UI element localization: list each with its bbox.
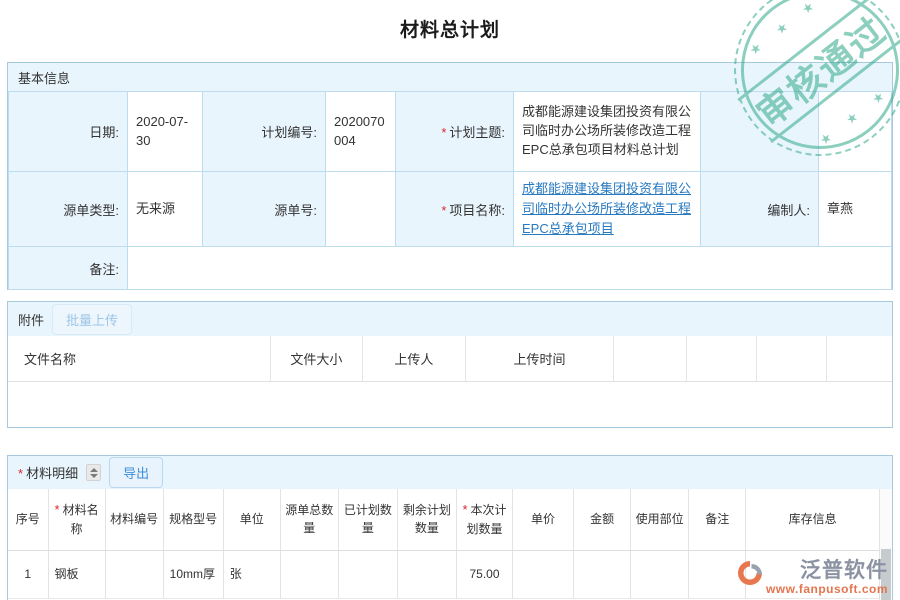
cell-usage-part [631, 550, 689, 598]
col-unit: 单位 [223, 489, 280, 550]
basic-info-row-1: 日期: 2020-07-30 计划编号: 2020070004 *计划主题: 成… [9, 92, 892, 172]
plan-no-value: 2020070004 [326, 92, 396, 172]
col-seq: 序号 [8, 489, 48, 550]
col-remark: 备注 [689, 489, 746, 550]
col-file-name: 文件名称 [8, 336, 270, 381]
cell-current-plan-qty: 75.00 [456, 550, 512, 598]
source-type-value: 无来源 [128, 172, 203, 247]
project-name-link[interactable]: 成都能源建设集团投资有限公司临时办公场所装修改造工程EPC总承包项目 [522, 181, 691, 236]
required-asterisk: * [462, 502, 467, 517]
page-title: 材料总计划 [0, 15, 900, 42]
required-asterisk: * [441, 203, 446, 218]
empty-label-cell [701, 92, 819, 172]
col-material-name-text: 材料名称 [63, 503, 99, 536]
col-material-code: 材料编号 [105, 489, 163, 550]
col-remaining-qty: 剩余计划数量 [397, 489, 456, 550]
cell-remaining-qty [397, 550, 456, 598]
col-file-size: 文件大小 [270, 336, 362, 381]
col-spec-model: 规格型号 [163, 489, 223, 550]
basic-info-section-title: 基本信息 [18, 68, 70, 87]
cell-material-code [105, 550, 163, 598]
col-empty-1 [614, 336, 687, 381]
source-type-label: 源单类型: [9, 172, 128, 247]
attachments-section-header: 附件 批量上传 [8, 302, 892, 336]
cell-unit-price [513, 550, 574, 598]
col-planned-qty: 已计划数量 [338, 489, 397, 550]
cell-spec-model: 10mm厚 [163, 550, 223, 598]
cell-source-total-qty [280, 550, 338, 598]
date-value: 2020-07-30 [128, 92, 203, 172]
export-button[interactable]: 导出 [109, 457, 163, 488]
col-inventory-info: 库存信息 [746, 489, 879, 550]
cell-seq: 1 [8, 550, 48, 598]
col-uploader: 上传人 [362, 336, 465, 381]
basic-info-section-header: 基本信息 [8, 63, 892, 91]
col-empty-4 [827, 336, 892, 381]
material-details-section-header: *材料明细 导出 [8, 456, 892, 489]
col-source-total-qty: 源单总数量 [280, 489, 338, 550]
remark-value [128, 247, 892, 290]
sort-toggle-icon[interactable] [86, 464, 101, 481]
sort-up-icon [90, 468, 98, 472]
col-upload-time: 上传时间 [465, 336, 613, 381]
cell-inventory-info [746, 550, 879, 598]
subject-label: *计划主题: [396, 92, 514, 172]
source-no-value [326, 172, 396, 247]
attachments-header-row: 文件名称 文件大小 上传人 上传时间 [8, 336, 892, 381]
batch-upload-button[interactable]: 批量上传 [52, 304, 132, 335]
col-current-plan-qty: *本次计划数量 [456, 489, 512, 550]
material-table-wrap: 序号 *材料名称 材料编号 规格型号 单位 源单总数量 已计划数量 剩余计划数量… [8, 489, 879, 600]
attachments-panel: 附件 批量上传 文件名称 文件大小 上传人 上传时间 [7, 301, 893, 428]
basic-info-table: 日期: 2020-07-30 计划编号: 2020070004 *计划主题: 成… [8, 91, 892, 290]
empty-value-cell [819, 92, 892, 172]
sort-down-icon [90, 474, 98, 478]
material-details-title-text: 材料明细 [26, 466, 78, 481]
cell-unit: 张 [223, 550, 280, 598]
subject-value: 成都能源建设集团投资有限公司临时办公场所装修改造工程EPC总承包项目材料总计划 [514, 92, 701, 172]
cell-remark [689, 550, 746, 598]
basic-info-panel: 基本信息 日期: 2020-07-30 计划编号: 2020070004 *计划… [7, 62, 893, 290]
required-asterisk: * [55, 502, 60, 517]
material-row-1: 1 钢板 10mm厚 张 75.00 [8, 550, 879, 598]
project-label: *项目名称: [396, 172, 514, 247]
material-total-plan-page: 材料总计划 ★ ★ ★ 审核通过 ★ ★ ★ 基本信息 日期: 2020-07-… [0, 0, 900, 600]
col-empty-3 [757, 336, 827, 381]
col-amount: 金额 [574, 489, 631, 550]
required-asterisk: * [441, 125, 446, 140]
cell-planned-qty [338, 550, 397, 598]
subject-label-text: 计划主题: [449, 125, 505, 140]
col-unit-price: 单价 [513, 489, 574, 550]
material-details-panel: *材料明细 导出 序号 *材料名称 材料编号 规格型号 [7, 455, 893, 600]
date-label: 日期: [9, 92, 128, 172]
remark-label: 备注: [9, 247, 128, 290]
col-empty-2 [687, 336, 757, 381]
required-asterisk: * [18, 466, 23, 481]
attachments-table: 文件名称 文件大小 上传人 上传时间 [8, 336, 892, 382]
material-details-section-title: *材料明细 [18, 463, 78, 482]
col-current-plan-qty-text: 本次计划数量 [466, 503, 506, 536]
col-usage-part: 使用部位 [631, 489, 689, 550]
project-value: 成都能源建设集团投资有限公司临时办公场所装修改造工程EPC总承包项目 [514, 172, 701, 247]
cell-material-name: 钢板 [48, 550, 105, 598]
cell-amount [574, 550, 631, 598]
material-header-row: 序号 *材料名称 材料编号 规格型号 单位 源单总数量 已计划数量 剩余计划数量… [8, 489, 879, 550]
source-no-label: 源单号: [203, 172, 326, 247]
material-details-table: 序号 *材料名称 材料编号 规格型号 单位 源单总数量 已计划数量 剩余计划数量… [8, 489, 879, 599]
basic-info-row-3: 备注: [9, 247, 892, 290]
basic-info-row-2: 源单类型: 无来源 源单号: *项目名称: 成都能源建设集团投资有限公司临时办公… [9, 172, 892, 247]
scrollbar-thumb[interactable] [881, 549, 891, 600]
creator-label: 编制人: [701, 172, 819, 247]
plan-no-label: 计划编号: [203, 92, 326, 172]
creator-value: 章燕 [819, 172, 892, 247]
project-label-text: 项目名称: [449, 203, 505, 218]
col-material-name: *材料名称 [48, 489, 105, 550]
vertical-scrollbar[interactable] [879, 489, 892, 600]
attachments-section-title: 附件 [18, 310, 44, 329]
